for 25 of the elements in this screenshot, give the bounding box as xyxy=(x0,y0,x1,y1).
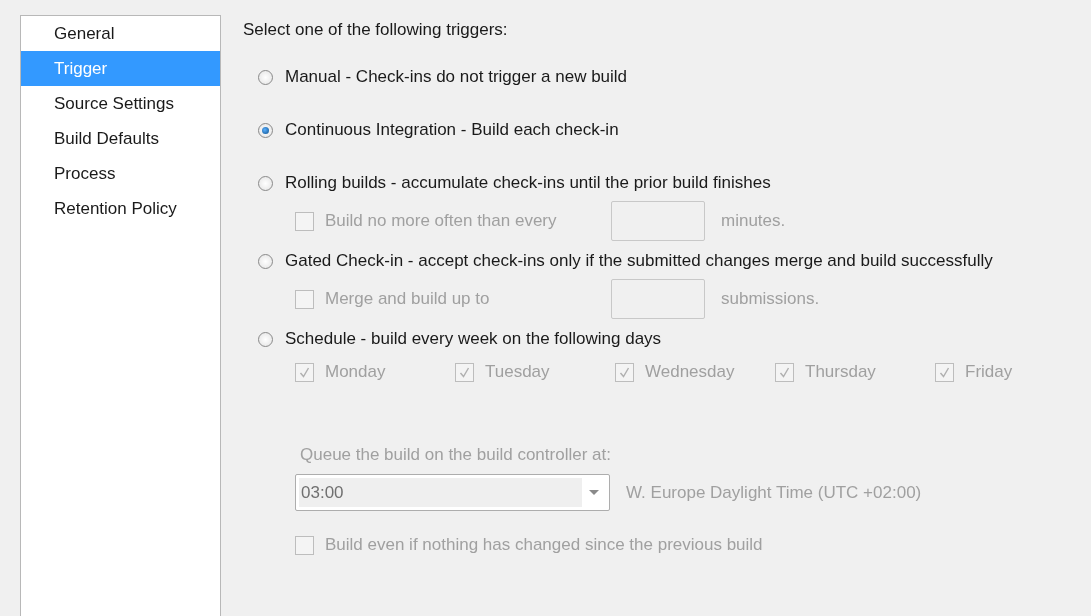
radio-button[interactable] xyxy=(258,69,273,85)
timezone-label: W. Europe Daylight Time (UTC +02:00) xyxy=(626,482,922,503)
sidebar-item[interactable]: General xyxy=(21,16,220,51)
unit-label: minutes. xyxy=(721,211,786,231)
checkmark-icon xyxy=(619,366,630,378)
checkmark-icon xyxy=(459,366,470,378)
radio-option[interactable]: Continuous Integration - Build each check-in xyxy=(258,116,1091,144)
radio-button[interactable] xyxy=(258,175,273,191)
sidebar-item[interactable]: Process xyxy=(21,156,220,191)
queue-label: Queue the build on the build controller at: xyxy=(300,444,612,466)
radio-button[interactable] xyxy=(258,122,273,138)
checkmark-icon xyxy=(779,366,790,378)
radio-option[interactable]: Schedule - build every week on the following days xyxy=(258,325,1091,353)
radio-button[interactable] xyxy=(258,253,273,269)
checkmark-icon xyxy=(939,366,950,378)
radio-option[interactable]: Gated Check-in - accept check-ins only if the submitted changes merge and build successfully xyxy=(258,247,1091,275)
sidebar-item[interactable]: Retention Policy xyxy=(21,191,220,226)
checkmark-icon xyxy=(299,366,310,378)
radio-option[interactable]: Manual - Check-ins do not trigger a new build xyxy=(258,63,1091,91)
radio-button[interactable] xyxy=(258,331,273,347)
unit-label: submissions. xyxy=(721,289,820,309)
radio-option[interactable]: Rolling builds - accumulate check-ins until the prior build finishes xyxy=(258,169,1091,197)
sidebar-item[interactable]: Source Settings xyxy=(21,86,220,121)
sidebar-item[interactable]: Build Defaults xyxy=(21,121,220,156)
section-heading: Select one of the following triggers: xyxy=(243,19,509,41)
